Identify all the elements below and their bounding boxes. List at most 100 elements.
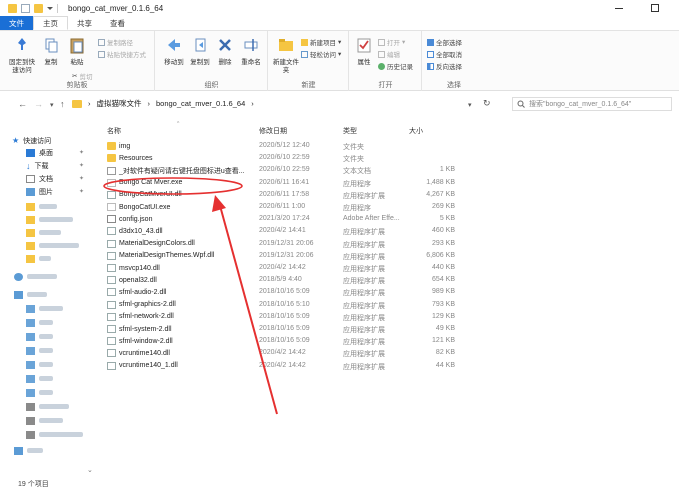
easy-access-icon	[301, 50, 308, 58]
table-row[interactable]: MaterialDesignColors.dll 2019/12/31 20:06…	[104, 238, 469, 250]
nav-quick-access[interactable]: ★ 快速访问	[12, 135, 96, 146]
nav-item-blurred[interactable]	[26, 317, 110, 328]
table-row[interactable]: d3dx10_43.dll 2020/4/2 14:41 应用程序扩展 460 KB	[104, 225, 469, 237]
chevron-down-icon[interactable]	[47, 6, 53, 10]
folder-icon	[26, 215, 35, 224]
table-row[interactable]: vcruntime140.dll 2020/4/2 14:42 应用程序扩展 82 K…	[104, 347, 469, 359]
tab-file[interactable]: 文件	[0, 16, 33, 30]
copy-button[interactable]: 复制	[40, 36, 62, 67]
paste-button[interactable]: 粘贴	[66, 36, 88, 67]
chevron-down-icon[interactable]: ▾	[50, 101, 54, 109]
new-group: 新建文件夹 新建项目 ▾ 轻松访问 ▾ 新建	[269, 31, 349, 91]
nav-item-blurred[interactable]	[26, 401, 110, 412]
forward-arrow-icon[interactable]: →	[34, 99, 43, 109]
new-folder-button[interactable]: 新建文件夹	[273, 36, 299, 75]
nav-item-blurred[interactable]	[26, 429, 110, 440]
column-header-name[interactable]: 名称	[107, 126, 121, 136]
up-arrow-icon[interactable]: ↑	[60, 99, 65, 109]
dll-icon	[107, 239, 116, 248]
properties-quick-icon[interactable]	[21, 3, 30, 13]
maximize-button[interactable]	[651, 4, 659, 12]
blurred-label	[39, 243, 79, 248]
nav-item-blurred[interactable]	[26, 227, 110, 238]
nav-item-blurred[interactable]	[26, 359, 110, 370]
tab-home[interactable]: 主页	[33, 16, 68, 30]
new-item-button[interactable]: 新建项目 ▾	[301, 37, 341, 47]
blurred-label	[27, 292, 47, 297]
table-row[interactable]: img 2020/5/12 12:40 文件夹	[104, 140, 469, 152]
table-row[interactable]: sfml-system-2.dll 2018/10/16 5:09 应用程序扩展 49…	[104, 323, 469, 335]
table-row[interactable]: msvcp140.dll 2020/4/2 14:42 应用程序扩展 440 KB	[104, 262, 469, 274]
nav-item-blurred[interactable]	[26, 303, 110, 314]
edit-button[interactable]: 编辑	[378, 49, 400, 59]
copy-to-button[interactable]: 复制到	[188, 36, 212, 67]
new-folder-quick-icon[interactable]	[34, 3, 43, 13]
rename-button[interactable]: 重命名	[238, 36, 264, 67]
column-header-size[interactable]: 大小	[409, 126, 423, 136]
nav-item-blurred[interactable]	[26, 240, 110, 251]
open-button[interactable]: 打开 ▾	[378, 37, 405, 47]
nav-item-blurred[interactable]	[26, 331, 110, 342]
invert-selection-button[interactable]: 反向选择	[427, 61, 462, 71]
nav-item-blurred[interactable]	[26, 253, 110, 264]
minimize-button[interactable]	[615, 8, 623, 9]
breadcrumb-item[interactable]: bongo_cat_mver_0.1.6_64	[156, 99, 245, 108]
table-row[interactable]: BongoCatMverUI.dll 2020/6/11 17:58 应用程序扩展 4…	[104, 189, 469, 201]
nav-item-blurred[interactable]	[26, 345, 110, 356]
new-item-icon	[301, 38, 308, 46]
refresh-icon[interactable]: ↻	[483, 98, 491, 109]
table-row[interactable]: vcruntime140_1.dll 2020/4/2 14:42 应用程序扩展 44…	[104, 360, 469, 372]
paste-shortcut-button[interactable]: 粘贴快捷方式	[98, 49, 146, 59]
column-header-type[interactable]: 类型	[343, 126, 357, 136]
nav-item-documents[interactable]: 文档 ✦	[26, 173, 96, 184]
column-header-date[interactable]: 修改日期	[259, 126, 287, 136]
breadcrumb-item[interactable]: 虚拟猫咪文件	[97, 98, 142, 109]
nav-item-downloads[interactable]: ↓ 下载 ✦	[26, 160, 96, 171]
nav-item-desktop[interactable]: 桌面 ✦	[26, 147, 96, 158]
new-item-label: 新建项目	[310, 40, 336, 47]
table-row[interactable]: openal32.dll 2018/5/9 4:40 应用程序扩展 654 KB	[104, 274, 469, 286]
chevron-down-icon[interactable]: ▾	[468, 101, 472, 109]
copy-path-button[interactable]: 复制路径	[98, 37, 133, 47]
search-input[interactable]: 搜索"bongo_cat_mver_0.1.6_64"	[512, 97, 672, 111]
blurred-label	[39, 390, 53, 395]
table-row[interactable]: MaterialDesignThemes.Wpf.dll 2019/12/31 2…	[104, 250, 469, 262]
back-arrow-icon[interactable]: ←	[18, 99, 27, 109]
file-type: 应用程序扩展	[343, 339, 385, 347]
tab-view[interactable]: 查看	[101, 16, 134, 30]
properties-button[interactable]: 属性	[353, 36, 375, 67]
select-all-button[interactable]: 全部选择	[427, 37, 462, 47]
table-row[interactable]: Bongo Cat Mver.exe 2020/6/11 16:41 应用程序 1,4…	[104, 177, 469, 189]
pictures-icon	[26, 187, 35, 196]
nav-item-blurred[interactable]	[14, 445, 98, 456]
nav-item-blurred[interactable]	[14, 289, 98, 300]
move-to-button[interactable]: 移动到	[162, 36, 186, 67]
table-row[interactable]: sfml-network-2.dll 2018/10/16 5:09 应用程序扩展 1…	[104, 311, 469, 323]
select-none-button[interactable]: 全部取消	[427, 49, 462, 59]
table-row[interactable]: sfml-graphics-2.dll 2018/10/16 5:10 应用程序扩展…	[104, 299, 469, 311]
paste-icon	[70, 38, 84, 54]
nav-item-blurred[interactable]	[14, 271, 98, 282]
delete-button[interactable]: 删除	[214, 36, 236, 67]
table-row[interactable]: sfml-window-2.dll 2018/10/16 5:09 应用程序扩展 12…	[104, 335, 469, 347]
nav-item-blurred[interactable]	[26, 201, 110, 212]
table-row[interactable]: config.json 2021/3/20 17:24 Adobe After Ef…	[104, 213, 469, 225]
chevron-down-icon[interactable]: ⌄	[87, 466, 93, 474]
nav-item-blurred[interactable]	[26, 387, 110, 398]
nav-item-blurred[interactable]	[26, 214, 110, 225]
table-row[interactable]: _对软件有疑问请右键托盘图标进u查看... 2020/6/10 22:59 文本文档…	[104, 164, 469, 176]
table-row[interactable]: Resources 2020/6/10 22:59 文件夹	[104, 152, 469, 164]
nav-item-pictures[interactable]: 图片 ✦	[26, 186, 96, 197]
address-bar[interactable]: › 虚拟猫咪文件 › bongo_cat_mver_0.1.6_64 ›	[72, 96, 472, 111]
nav-item-blurred[interactable]	[26, 373, 110, 384]
computer-icon	[14, 290, 23, 299]
pin-button[interactable]: 固定到快速访问	[8, 36, 36, 75]
history-button[interactable]: 历史记录	[378, 61, 413, 71]
nav-item-blurred[interactable]	[26, 415, 110, 426]
drive-icon	[26, 430, 35, 439]
tab-share[interactable]: 共享	[68, 16, 101, 30]
table-row[interactable]: BongoCatUI.exe 2020/6/11 1:00 应用程序 269 KB	[104, 201, 469, 213]
easy-access-button[interactable]: 轻松访问 ▾	[301, 49, 341, 59]
table-row[interactable]: sfml-audio-2.dll 2018/10/16 5:09 应用程序扩展 989…	[104, 286, 469, 298]
folder-icon	[26, 254, 35, 263]
